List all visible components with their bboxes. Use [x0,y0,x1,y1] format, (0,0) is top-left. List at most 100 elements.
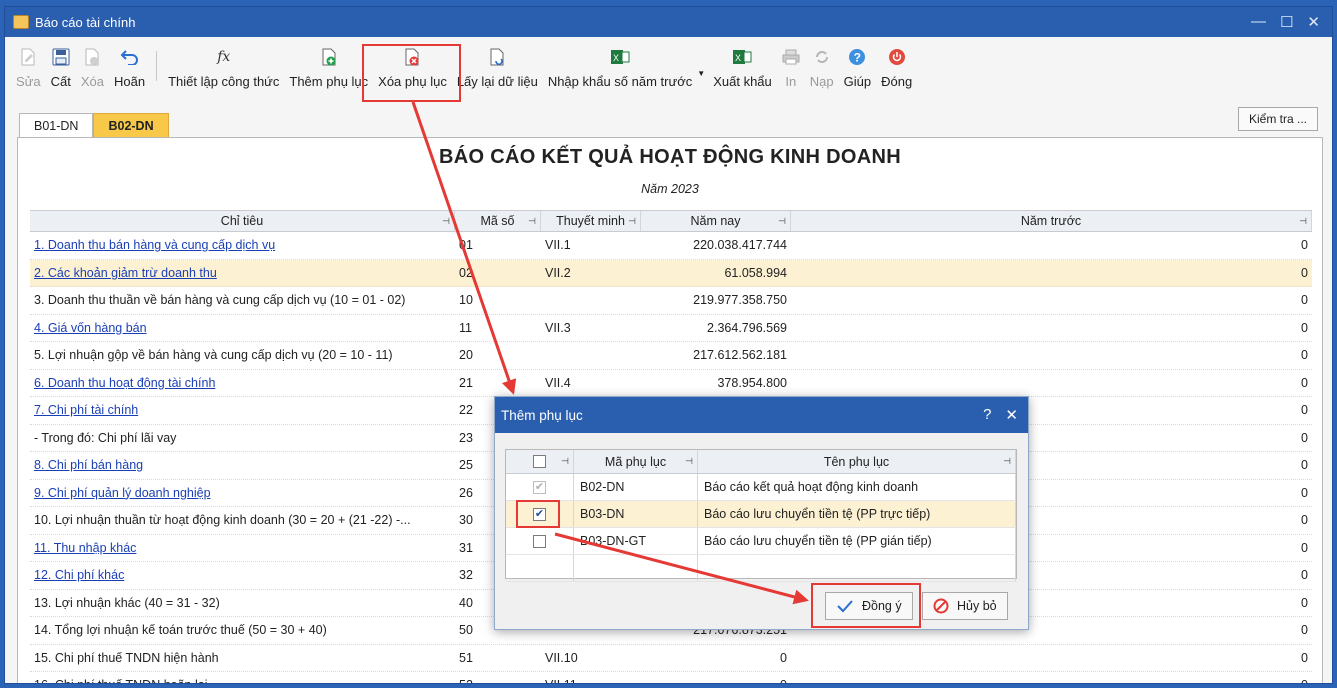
maximize-button[interactable]: ☐ [1280,13,1293,31]
column-header-indicator[interactable]: Chỉ tiêu ⊣ [30,211,455,231]
prior-year-cell[interactable]: 0 [791,315,1312,342]
svg-text:X: X [735,53,741,63]
current-year-cell[interactable]: 2.364.796.569 [641,315,791,342]
app-icon [13,15,29,29]
import-prior-year-button[interactable]: X Nhập khẩu số năm trước ▼ [543,43,708,99]
current-year-cell[interactable]: 217.612.562.181 [641,342,791,369]
appendix-grid-body: ✔ B02-DN Báo cáo kết quả hoạt động kinh do… [506,474,1016,582]
help-button[interactable]: ? Giúp [839,43,876,99]
column-header-note[interactable]: Thuyết minh ⊣ [541,211,641,231]
indicator-cell[interactable]: 6. Doanh thu hoạt động tài chính [30,370,455,397]
column-header-current-year[interactable]: Năm nay ⊣ [641,211,791,231]
excel-export-icon: X [733,50,752,64]
current-year-cell[interactable]: 378.954.800 [641,370,791,397]
indicator-cell: 14. Tổng lợi nhuận kế toán trước thuế (5… [34,623,327,638]
minimize-button[interactable]: — [1251,13,1266,31]
edit-button[interactable]: Sửa [11,43,46,99]
dialog-title: Thêm phụ lục [501,407,583,423]
table-row[interactable]: 2. Các khoản giảm trừ doanh thu 02 VII.2 61… [30,259,1312,287]
close-button[interactable]: ✕ [1307,13,1320,31]
cancel-icon [933,598,949,614]
dialog-close-button[interactable]: ✕ [1005,406,1018,424]
pin-icon[interactable]: ⊣ [528,216,536,227]
indicator-cell: 13. Lợi nhuận khác (40 = 31 - 32) [34,595,220,610]
load-button[interactable]: Nạp [805,43,839,99]
pin-icon[interactable]: ⊣ [442,216,450,227]
dropdown-arrow-icon[interactable]: ▼ [697,69,705,78]
prior-year-cell[interactable]: 0 [791,260,1312,287]
indicator-cell[interactable]: 12. Chi phí khác [30,562,455,589]
appendix-name-cell: Báo cáo lưu chuyển tiền tệ (PP trực tiếp… [698,501,1016,527]
indicator-cell[interactable]: 8. Chi phí bán hàng [30,452,455,479]
indicator-cell[interactable]: 1. Doanh thu bán hàng và cung cấp dịch v… [30,232,455,259]
column-header-appendix-name[interactable]: Tên phụ lục ⊣ [698,450,1016,473]
current-year-cell[interactable]: 0 [641,672,791,683]
cancel-button[interactable]: Hủy bỏ [922,592,1008,620]
export-button[interactable]: X Xuất khẩu [708,43,777,99]
table-row[interactable]: 16. Chi phí thuế TNDN hoãn lại52VII.1100 [30,672,1312,683]
close-form-button[interactable]: Đóng [876,43,917,99]
pin-icon[interactable]: ⊣ [1003,456,1011,467]
pin-icon[interactable]: ⊣ [778,216,786,227]
indicator-cell[interactable]: 4. Giá vốn hàng bán [30,315,455,342]
edit-icon [21,48,35,66]
code-cell: 11 [459,320,472,335]
prior-year-cell[interactable]: 0 [791,232,1312,259]
current-year-cell[interactable]: 220.038.417.744 [641,232,791,259]
appendix-row[interactable]: ✔ B02-DN Báo cáo kết quả hoạt động kinh do… [506,474,1016,501]
dialog-help-button[interactable]: ? [983,406,991,424]
prior-year-cell[interactable]: 0 [791,342,1312,369]
check-button[interactable]: Kiểm tra ... [1237,107,1318,131]
add-appendix-button[interactable]: Thêm phụ lục [284,43,373,99]
indicator-cell[interactable]: 11. Thu nhập khác [30,535,455,562]
indicator-cell[interactable]: 7. Chi phí tài chính [30,397,455,424]
row-checkbox[interactable] [533,534,546,548]
formula-icon: fx [217,49,231,65]
indicator-cell: 5. Lợi nhuận gộp về bán hàng và cung cấp… [34,348,393,363]
indicator-cell: 10. Lợi nhuận thuần từ hoạt động kinh do… [34,513,411,528]
current-year-cell[interactable]: 61.058.994 [641,260,791,287]
appendix-row[interactable]: B03-DN-GT Báo cáo lưu chuyển tiền tệ (PP … [506,528,1016,555]
prior-year-cell[interactable]: 0 [791,370,1312,397]
table-row[interactable]: 6. Doanh thu hoạt động tài chính 21 VII.4 3… [30,370,1312,397]
tab-b02-dn[interactable]: B02-DN [93,113,169,137]
current-year-cell[interactable]: 219.977.358.750 [641,287,791,314]
table-row[interactable]: 15. Chi phí thuế TNDN hiện hành 51 VII.10 0… [30,645,1312,672]
save-button[interactable]: Cất [46,43,76,99]
appendix-row[interactable]: ✔ B03-DN Báo cáo lưu chuyển tiền tệ (PP tr… [506,501,1016,528]
refresh-document-icon [490,48,504,66]
pin-icon[interactable]: ⊣ [685,456,693,467]
prior-year-cell[interactable]: 0 [791,287,1312,314]
table-row[interactable]: 1. Doanh thu bán hàng và cung cấp dịch v… [30,232,1312,260]
indicator-cell[interactable]: 2. Các khoản giảm trừ doanh thu [30,260,455,287]
select-all-checkbox[interactable] [533,455,546,468]
undo-button[interactable]: Hoãn [109,43,150,99]
prior-year-cell[interactable]: 0 [791,672,1312,683]
note-cell [541,342,641,369]
row-checkbox: ✔ [533,480,546,494]
pin-icon[interactable]: ⊣ [1299,216,1307,227]
prior-year-cell[interactable]: 0 [791,645,1312,672]
formula-setup-button[interactable]: fx Thiết lập công thức [163,43,284,99]
delete-button[interactable]: Xóa [76,43,109,99]
reload-data-button[interactable]: Lấy lại dữ liệu [452,43,543,99]
note-cell: VII.2 [545,265,571,280]
column-header-code[interactable]: Mã số ⊣ [455,211,541,231]
indicator-cell: 16. Chi phí thuế TNDN hoãn lại [30,672,455,683]
appendix-empty-row [506,555,1016,582]
appendix-grid: ⊣ Mã phụ lục ⊣ Tên phụ lục ⊣ ✔ B02-DN Báo cá… [505,449,1017,582]
table-row[interactable]: 3. Doanh thu thuần về bán hàng và cung c… [30,287,1312,315]
code-cell: 20 [459,348,473,363]
indicator-cell: 15. Chi phí thuế TNDN hiện hành [34,650,219,665]
column-header-prior-year[interactable]: Năm trước ⊣ [791,211,1312,231]
appendix-code-cell: B02-DN [574,474,698,500]
column-header-appendix-code[interactable]: Mã phụ lục ⊣ [574,450,698,473]
print-button[interactable]: In [777,43,805,99]
current-year-cell[interactable]: 0 [641,645,791,672]
table-row[interactable]: 5. Lợi nhuận gộp về bán hàng và cung cấp… [30,342,1312,370]
pin-icon[interactable]: ⊣ [561,456,569,467]
tab-b01-dn[interactable]: B01-DN [19,113,94,137]
indicator-cell[interactable]: 9. Chi phí quản lý doanh nghiệp [30,480,455,507]
table-row[interactable]: 4. Giá vốn hàng bán 11 VII.3 2.364.796.569 0 [30,315,1312,342]
pin-icon[interactable]: ⊣ [628,216,636,227]
